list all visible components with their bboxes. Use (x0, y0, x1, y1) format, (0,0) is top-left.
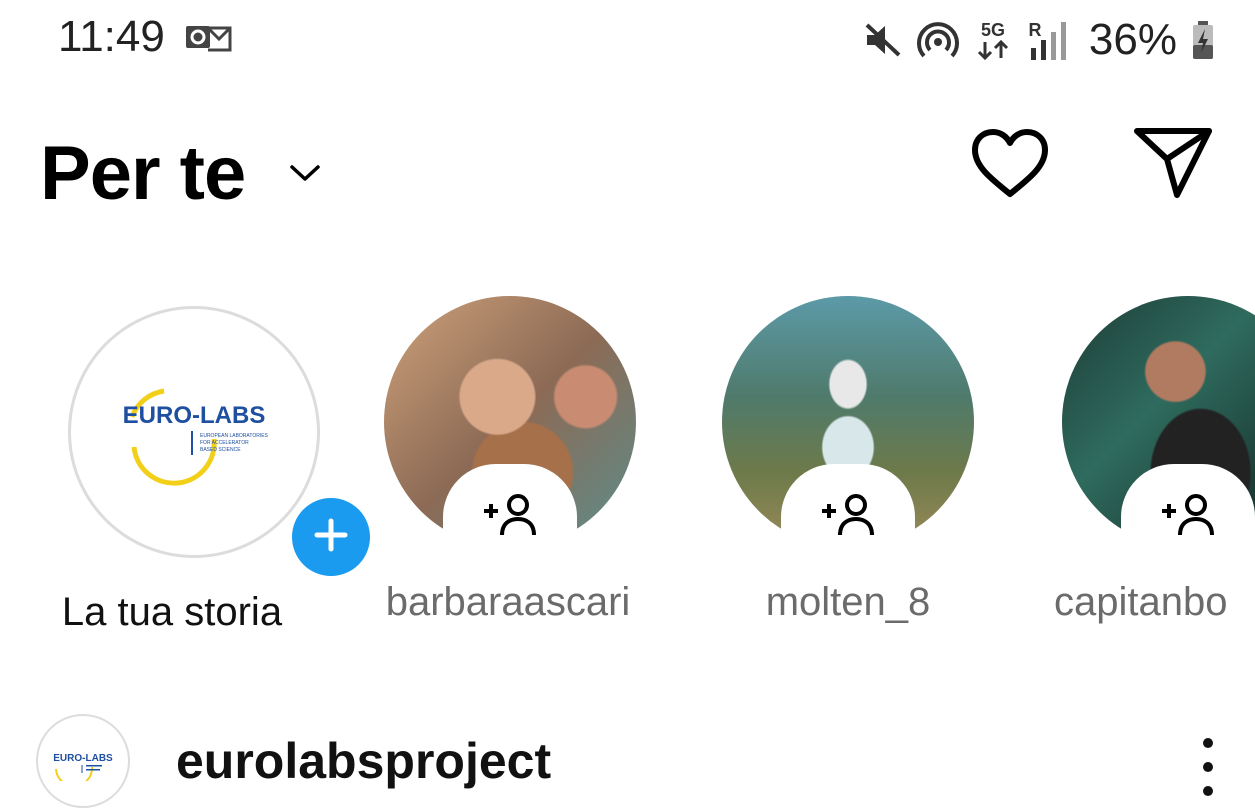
eurolabs-logo-text: EURO-LABS (123, 402, 266, 429)
story-suggested-barbaraascari[interactable]: barbaraascari (358, 290, 658, 660)
direct-messages-button[interactable] (1130, 122, 1216, 208)
eurolabs-logo: EURO-LABS (53, 753, 113, 781)
chevron-down-icon[interactable] (288, 162, 322, 189)
follow-button[interactable] (781, 464, 915, 570)
add-person-icon (1158, 493, 1218, 542)
roaming-label: R (1028, 20, 1041, 40)
heart-icon (970, 128, 1050, 205)
follow-button[interactable] (443, 464, 577, 570)
outlook-icon (186, 22, 232, 59)
add-person-icon (480, 493, 540, 542)
network-label: 5G (981, 20, 1005, 40)
status-bar: 11:49 5G R 36% (0, 0, 1255, 80)
notifications-button[interactable] (968, 124, 1052, 208)
stories-tray: EURO-LABS EUROPEAN LABORATORIES FOR ACCE… (0, 290, 1255, 660)
eurolabs-logo: EURO-LABS EUROPEAN LABORATORIES FOR ACCE… (123, 388, 269, 486)
add-person-icon (818, 493, 878, 542)
follow-button[interactable] (1121, 464, 1255, 570)
story-label: barbaraascari (385, 580, 631, 624)
plus-icon (311, 515, 351, 560)
battery-charging-icon (1191, 19, 1215, 61)
feed-title[interactable]: Per te (40, 130, 246, 217)
eurolabs-logo-sub-1: EUROPEAN LABORATORIES (200, 433, 269, 439)
signal-icon: R (1027, 18, 1075, 62)
own-avatar: EURO-LABS EUROPEAN LABORATORIES FOR ACCE… (68, 306, 375, 581)
hotspot-icon (916, 19, 959, 61)
mute-icon (863, 21, 903, 59)
battery-percent: 36% (1088, 15, 1177, 64)
story-suggested-molten_8[interactable]: molten_8 (698, 290, 998, 660)
status-icons: 5G R 36% (863, 10, 1215, 70)
more-icon (1203, 738, 1213, 748)
post-avatar[interactable]: EURO-LABS (36, 714, 130, 808)
story-label: capitanbo (1054, 580, 1228, 624)
post-username[interactable]: eurolabsproject (176, 732, 551, 790)
eurolabs-logo-sub-3: BASED SCIENCE (200, 447, 241, 453)
status-time: 11:49 (58, 12, 165, 61)
post-options-button[interactable] (1188, 732, 1228, 802)
5g-icon: 5G (973, 18, 1013, 62)
story-suggested-capitanbo[interactable]: capitanbo (1036, 290, 1255, 660)
feed-header: Per te (0, 110, 1255, 230)
eurolabs-logo-sub-2: FOR ACCELERATOR (200, 440, 249, 446)
story-label: La tua storia (61, 590, 283, 634)
send-icon (1133, 125, 1213, 206)
post-avatar-logo-text: EURO-LABS (53, 753, 113, 764)
post-header: EURO-LABS eurolabsproject (0, 710, 1255, 810)
story-own[interactable]: EURO-LABS EUROPEAN LABORATORIES FOR ACCE… (22, 290, 375, 660)
story-label: molten_8 (765, 580, 931, 624)
